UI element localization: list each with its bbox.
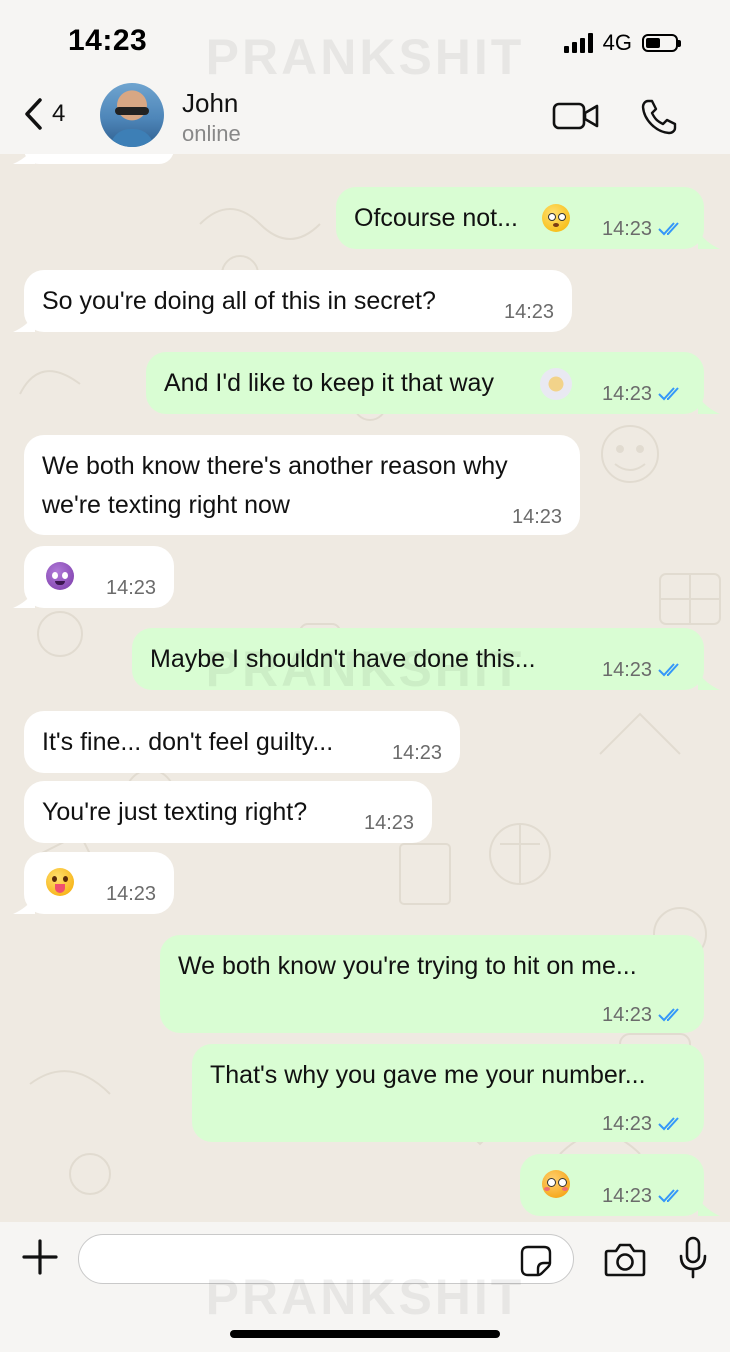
message-meta: 14:23	[602, 1005, 684, 1025]
message-meta: 14:23	[364, 813, 414, 833]
message-bubble-outgoing[interactable]: 14:23	[520, 1154, 704, 1216]
contact-status: online	[182, 121, 241, 146]
composer-bar	[0, 1222, 730, 1352]
message-bubble-incoming[interactable]: We both know there's another reason why …	[24, 435, 580, 535]
message-time: 14:23	[602, 383, 653, 405]
message-bubble-outgoing[interactable]: And I'd like to keep it that way 14:23	[146, 352, 704, 414]
bubble-tail	[698, 396, 720, 414]
signal-icon	[563, 33, 593, 53]
bubble-tail	[13, 154, 35, 164]
message-text: You're just texting right?	[42, 798, 308, 826]
message-time: 14:23	[602, 1113, 653, 1135]
message-meta: 14:23	[602, 384, 684, 404]
message-text: That's why you gave me your number...	[210, 1061, 646, 1089]
message-time: 14:23	[364, 812, 415, 834]
message-text: We both know there's another reason why	[42, 452, 508, 480]
message-time: 14:23	[512, 506, 563, 528]
chat-header: 4 John online	[0, 78, 730, 154]
camera-icon[interactable]	[604, 1241, 646, 1277]
phone-icon[interactable]	[640, 98, 678, 136]
message-bubble-incoming[interactable]	[24, 154, 174, 164]
message-time: 14:23	[392, 742, 443, 764]
message-input[interactable]	[78, 1234, 574, 1284]
plus-icon[interactable]	[22, 1239, 58, 1275]
message-text-line2: we're texting right now	[42, 491, 290, 519]
message-meta: 14:23	[106, 578, 156, 598]
unread-count: 4	[52, 100, 66, 127]
double-check-icon	[658, 387, 679, 401]
message-meta: 14:23	[512, 507, 562, 527]
double-check-icon	[658, 222, 679, 236]
flushed-face-icon	[542, 204, 570, 232]
status-time: 14:23	[68, 24, 148, 57]
face-in-clouds-icon	[540, 368, 572, 400]
message-time: 14:23	[602, 218, 653, 240]
message-meta: 14:23	[504, 302, 554, 322]
bubble-tail	[13, 896, 35, 914]
contact-info[interactable]: John online	[182, 88, 241, 147]
message-meta: 14:23	[602, 1186, 684, 1206]
double-check-icon	[658, 663, 679, 677]
message-text: So you're doing all of this in secret?	[42, 287, 436, 315]
double-check-icon	[658, 1189, 679, 1203]
message-text: And I'd like to keep it that way	[164, 369, 494, 397]
status-indicators: 4G	[563, 30, 681, 56]
message-text: It's fine... don't feel guilty...	[42, 728, 334, 756]
bubble-tail	[13, 590, 35, 608]
flushed-face-icon	[542, 1170, 570, 1198]
message-meta: 14:23	[392, 743, 442, 763]
message-bubble-outgoing[interactable]: Maybe I shouldn't have done this... 14:2…	[132, 628, 704, 690]
message-bubble-outgoing[interactable]: Ofcourse not... 14:23	[336, 187, 704, 249]
home-indicator[interactable]	[230, 1330, 500, 1338]
video-call-icon[interactable]	[552, 98, 600, 134]
back-button[interactable]: 4	[22, 96, 65, 132]
bubble-tail	[698, 672, 720, 690]
message-time: 14:23	[602, 1185, 653, 1207]
contact-name: John	[182, 88, 239, 118]
message-bubble-incoming[interactable]: 14:23	[24, 546, 174, 608]
status-bar: 14:23 4G	[0, 0, 730, 78]
smiling-face-with-horns-icon	[46, 562, 74, 590]
bubble-tail	[698, 231, 720, 249]
message-bubble-outgoing[interactable]: We both know you're trying to hit on me.…	[160, 935, 704, 1033]
battery-icon	[642, 34, 681, 52]
message-meta: 14:23	[602, 1114, 684, 1134]
double-check-icon	[658, 1008, 679, 1022]
bubble-tail	[698, 1198, 720, 1216]
back-chevron-icon	[25, 98, 42, 130]
double-check-icon	[658, 1117, 679, 1131]
message-bubble-incoming[interactable]: So you're doing all of this in secret? 1…	[24, 270, 572, 332]
message-bubble-incoming[interactable]: You're just texting right? 14:23	[24, 781, 432, 843]
face-with-tongue-icon	[46, 868, 74, 896]
chat-area[interactable]: Ofcourse not... 14:23 So you're doing al…	[0, 154, 730, 1222]
message-text: Maybe I shouldn't have done this...	[150, 645, 536, 673]
bubble-tail	[13, 314, 35, 332]
message-text: Ofcourse not...	[354, 204, 518, 232]
message-bubble-incoming[interactable]: It's fine... don't feel guilty... 14:23	[24, 711, 460, 773]
message-time: 14:23	[106, 577, 157, 599]
sticker-icon[interactable]	[520, 1245, 552, 1277]
message-bubble-incoming[interactable]: 14:23	[24, 852, 174, 914]
message-meta: 14:23	[602, 219, 684, 239]
avatar[interactable]	[100, 83, 164, 147]
network-type: 4G	[602, 30, 632, 55]
message-time: 14:23	[602, 659, 653, 681]
message-text: We both know you're trying to hit on me.…	[178, 952, 637, 980]
microphone-icon[interactable]	[678, 1236, 708, 1280]
message-time: 14:23	[504, 301, 555, 323]
message-meta: 14:23	[106, 884, 156, 904]
message-time: 14:23	[106, 883, 157, 905]
message-meta: 14:23	[602, 660, 684, 680]
message-bubble-outgoing[interactable]: That's why you gave me your number... 14…	[192, 1044, 704, 1142]
message-time: 14:23	[602, 1004, 653, 1026]
